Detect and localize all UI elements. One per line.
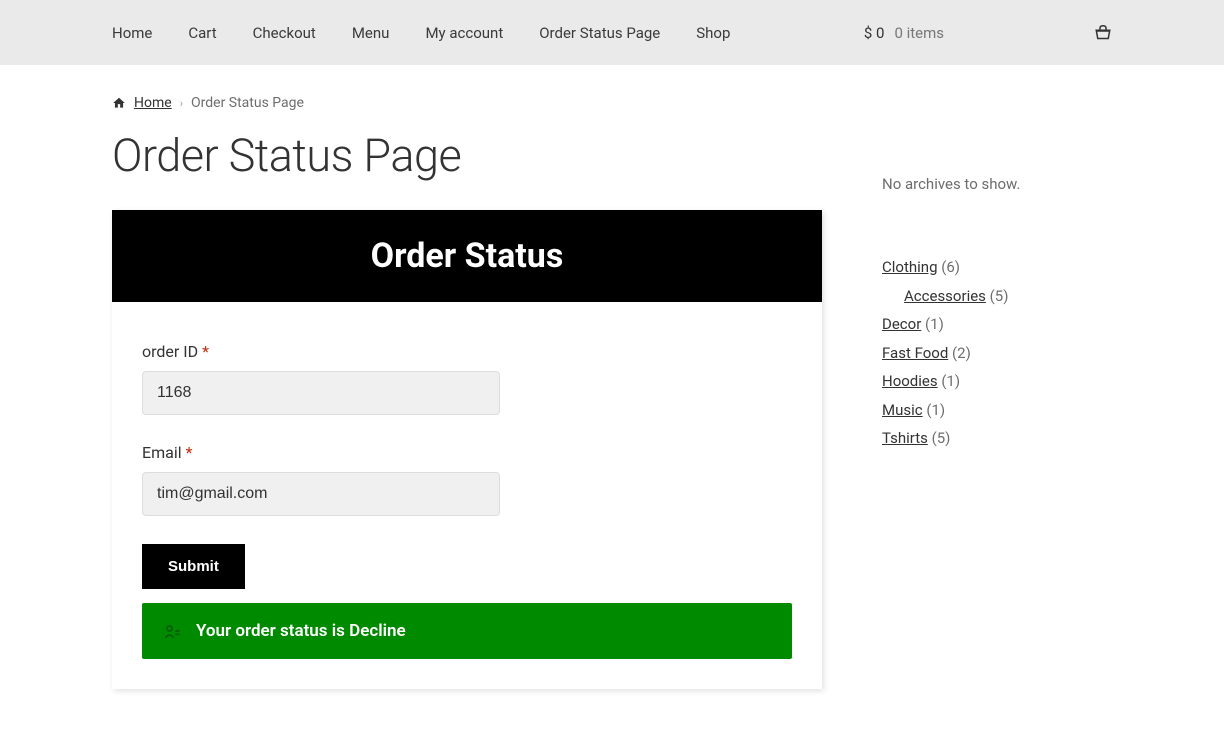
nav-home[interactable]: Home: [112, 24, 152, 42]
category-link-decor[interactable]: Decor: [882, 315, 921, 333]
basket-icon: [1094, 25, 1112, 41]
order-id-label: order ID *: [142, 342, 792, 361]
category-link-music[interactable]: Music: [882, 401, 923, 419]
breadcrumb: Home › Order Status Page: [112, 95, 822, 111]
card-header: Order Status: [112, 210, 822, 302]
order-id-input[interactable]: [142, 371, 500, 415]
category-count: (5): [990, 287, 1009, 305]
status-message: Your order status is Decline: [196, 621, 406, 641]
nav-my-account[interactable]: My account: [425, 24, 503, 42]
category-count: (1): [941, 372, 960, 390]
chevron-right-icon: ›: [180, 97, 183, 110]
breadcrumb-home-link[interactable]: Home: [134, 95, 172, 111]
category-item: Accessories (5): [904, 282, 1112, 311]
category-item: Tshirts (5): [882, 424, 1112, 453]
breadcrumb-current: Order Status Page: [191, 95, 304, 111]
archives-text: No archives to show.: [882, 175, 1112, 193]
category-link-hoodies[interactable]: Hoodies: [882, 372, 938, 390]
nav-cart[interactable]: Cart: [188, 24, 216, 42]
submit-button[interactable]: Submit: [142, 544, 245, 589]
home-icon: [112, 96, 126, 110]
nav-shop[interactable]: Shop: [696, 24, 730, 42]
nav-order-status[interactable]: Order Status Page: [539, 24, 660, 42]
category-count: (2): [952, 344, 971, 362]
category-item: Clothing (6) Accessories (5): [882, 253, 1112, 310]
category-count: (1): [925, 315, 944, 333]
cart-item-count: 0 items: [894, 24, 944, 42]
category-count: (6): [941, 258, 960, 276]
category-link-clothing[interactable]: Clothing: [882, 258, 938, 276]
cart-total: $ 0: [864, 24, 885, 42]
page-title: Order Status Page: [112, 129, 822, 182]
category-item: Fast Food (2): [882, 339, 1112, 368]
category-item: Music (1): [882, 396, 1112, 425]
status-icon: [162, 621, 182, 641]
category-item: Hoodies (1): [882, 367, 1112, 396]
sidebar: No archives to show. Clothing (6) Access…: [882, 95, 1112, 709]
nav-checkout[interactable]: Checkout: [253, 24, 316, 42]
top-navigation-bar: Home Cart Checkout Menu My account Order…: [0, 0, 1224, 65]
cart-summary[interactable]: $ 0 0 items: [864, 24, 1112, 42]
email-input[interactable]: [142, 472, 500, 516]
status-banner: Your order status is Decline: [142, 603, 792, 659]
category-count: (5): [932, 429, 951, 447]
category-list: Clothing (6) Accessories (5) Decor (1) F…: [882, 253, 1112, 453]
order-status-card: Order Status order ID * Email * Submit: [112, 210, 822, 689]
category-link-accessories[interactable]: Accessories: [904, 287, 986, 305]
category-link-fast-food[interactable]: Fast Food: [882, 344, 948, 362]
category-count: (1): [926, 401, 945, 419]
nav-menu[interactable]: Menu: [352, 24, 390, 42]
email-label: Email *: [142, 443, 792, 462]
category-link-tshirts[interactable]: Tshirts: [882, 429, 928, 447]
primary-nav: Home Cart Checkout Menu My account Order…: [112, 24, 864, 42]
category-item: Decor (1): [882, 310, 1112, 339]
